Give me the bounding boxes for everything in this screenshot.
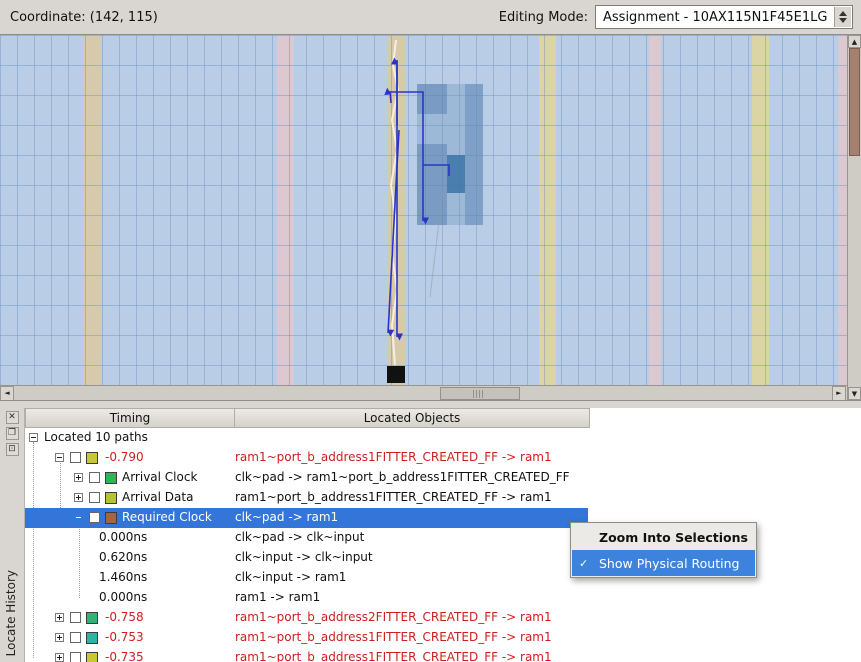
timing-value: 1.460ns	[99, 570, 147, 584]
located-object: clk~pad -> clk~input	[235, 530, 364, 544]
color-swatch	[86, 612, 98, 624]
path-row[interactable]: -0.735 ram1~port_b_address1FITTER_CREATE…	[25, 648, 861, 662]
coordinate-readout: Coordinate: (142, 115)	[10, 10, 158, 25]
timing-value: 0.000ns	[99, 590, 147, 604]
row-checkbox[interactable]	[89, 492, 100, 503]
color-swatch	[86, 652, 98, 662]
expander-expanded-icon[interactable]	[55, 453, 64, 462]
selected-lab-block	[447, 155, 465, 193]
expander-expanded-icon[interactable]	[29, 433, 38, 442]
horizontal-scroll-thumb[interactable]	[440, 387, 520, 400]
menu-item-label: Zoom Into Selections	[599, 530, 748, 545]
located-object: ram1~port_b_address1FITTER_CREATED_FF ->…	[235, 490, 552, 504]
located-object: ram1~port_b_address1FITTER_CREATED_FF ->…	[235, 630, 552, 644]
menu-item-show-physical-routing[interactable]: ✓ Show Physical Routing	[572, 550, 755, 576]
color-swatch	[86, 452, 98, 464]
row-checkbox[interactable]	[89, 512, 100, 523]
timing-value: 0.620ns	[99, 550, 147, 564]
vertical-scrollbar[interactable]: ▲ ▼	[847, 35, 861, 400]
column-header-located-objects[interactable]: Located Objects	[235, 408, 590, 428]
path-row[interactable]: -0.753 ram1~port_b_address1FITTER_CREATE…	[25, 628, 861, 648]
context-menu: Zoom Into Selections ✓ Show Physical Rou…	[570, 522, 757, 578]
timing-value: Required Clock	[122, 510, 212, 524]
located-object: ram1~port_b_address1FITTER_CREATED_FF ->…	[235, 450, 552, 464]
located-object: ram1~port_b_address1FITTER_CREATED_FF ->…	[235, 650, 552, 662]
expander-collapsed-icon[interactable]	[74, 473, 83, 482]
expander-expanded-icon[interactable]	[74, 513, 83, 522]
editing-mode-group: Editing Mode: Assignment - 10AX115N1F45E…	[499, 5, 853, 29]
arrow-down-icon	[839, 18, 847, 23]
top-toolbar: Coordinate: (142, 115) Editing Mode: Ass…	[0, 0, 861, 35]
located-object: clk~pad -> ram1	[235, 510, 338, 524]
row-checkbox[interactable]	[70, 612, 81, 623]
timing-value: Arrival Data	[122, 490, 193, 504]
root-label: Located 10 paths	[44, 430, 148, 444]
vertical-scroll-thumb[interactable]	[849, 48, 860, 156]
editing-mode-select[interactable]: Assignment - 10AX115N1F45E1LG	[595, 5, 853, 29]
menu-item-zoom-into-selections[interactable]: Zoom Into Selections	[572, 524, 755, 550]
tab-locate-history[interactable]: Locate History	[4, 570, 18, 656]
column-header-timing[interactable]: Timing	[25, 408, 235, 428]
timing-value: 0.000ns	[99, 530, 147, 544]
chip-planner-canvas[interactable]	[0, 35, 847, 385]
path-row[interactable]: Arrival Clock clk~pad -> ram1~port_b_add…	[25, 468, 861, 488]
timing-value: Arrival Clock	[122, 470, 197, 484]
row-checkbox[interactable]	[70, 652, 81, 662]
row-checkbox[interactable]	[70, 452, 81, 463]
timing-value: -0.790	[105, 450, 144, 464]
color-swatch	[105, 472, 117, 484]
row-checkbox[interactable]	[70, 632, 81, 643]
path-row[interactable]: -0.758 ram1~port_b_address2FITTER_CREATE…	[25, 608, 861, 628]
menu-item-label: Show Physical Routing	[599, 556, 739, 571]
panel-side-strip: ✕ ❐ ⊡ Locate History	[0, 408, 25, 662]
located-object: ram1 -> ram1	[235, 590, 320, 604]
selected-block	[417, 144, 447, 225]
expander-collapsed-icon[interactable]	[55, 613, 64, 622]
float-icon[interactable]: ❐	[6, 427, 19, 440]
close-icon[interactable]: ✕	[6, 411, 19, 424]
segment-row[interactable]: 0.000ns ram1 -> ram1	[25, 588, 861, 608]
expander-collapsed-icon[interactable]	[55, 653, 64, 662]
color-swatch	[105, 492, 117, 504]
timing-value: -0.735	[105, 650, 144, 662]
horizontal-scrollbar[interactable]: ◄ ►	[0, 385, 847, 400]
panel-splitter[interactable]	[0, 400, 861, 408]
pin-icon[interactable]: ⊡	[6, 443, 19, 456]
color-swatch	[105, 512, 117, 524]
scroll-right-button[interactable]: ►	[832, 386, 846, 401]
selected-block	[417, 84, 447, 114]
color-swatch	[86, 632, 98, 644]
expander-collapsed-icon[interactable]	[55, 633, 64, 642]
located-object: clk~input -> ram1	[235, 570, 346, 584]
located-object: ram1~port_b_address2FITTER_CREATED_FF ->…	[235, 610, 552, 624]
located-object: clk~pad -> ram1~port_b_address1FITTER_CR…	[235, 470, 570, 484]
io-pad-block	[387, 366, 405, 383]
tree-root-row[interactable]: Located 10 paths	[25, 428, 861, 448]
selected-block	[465, 84, 483, 225]
timing-value: -0.758	[105, 610, 144, 624]
scroll-up-button[interactable]: ▲	[848, 35, 861, 48]
row-checkbox[interactable]	[89, 472, 100, 483]
expander-collapsed-icon[interactable]	[74, 493, 83, 502]
editing-mode-value: Assignment - 10AX115N1F45E1LG	[603, 10, 827, 25]
arrow-up-icon	[839, 11, 847, 16]
editing-mode-label: Editing Mode:	[499, 10, 588, 25]
timing-value: -0.753	[105, 630, 144, 644]
scroll-left-button[interactable]: ◄	[0, 386, 14, 401]
table-header: Timing Located Objects	[25, 408, 861, 428]
combo-arrows-icon[interactable]	[834, 7, 851, 27]
path-row[interactable]: -0.790 ram1~port_b_address1FITTER_CREATE…	[25, 448, 861, 468]
located-object: clk~input -> clk~input	[235, 550, 373, 564]
scroll-down-button[interactable]: ▼	[848, 387, 861, 400]
checkmark-icon: ✓	[579, 557, 588, 570]
path-row[interactable]: Arrival Data ram1~port_b_address1FITTER_…	[25, 488, 861, 508]
